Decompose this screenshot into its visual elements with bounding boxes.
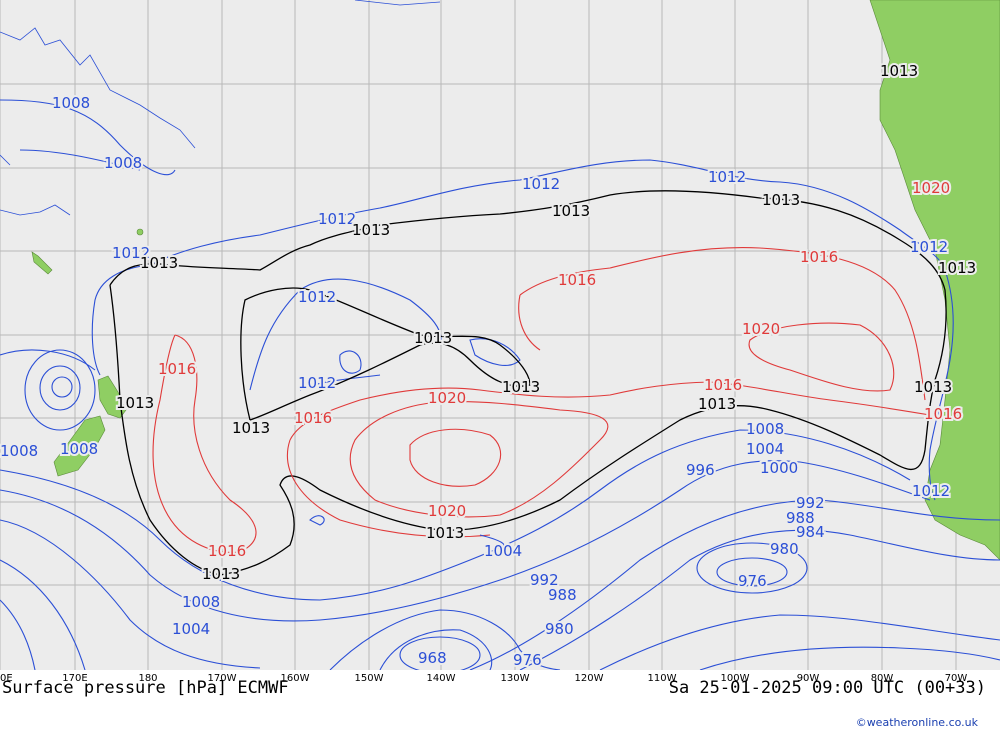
graticule bbox=[0, 0, 1000, 670]
isobar-label: 988 bbox=[548, 586, 577, 604]
isobars-1020 bbox=[349, 322, 895, 518]
isobar-label: 1012 bbox=[912, 482, 950, 500]
isobar-label: 1016 bbox=[208, 542, 246, 560]
isobar-label: 1004 bbox=[746, 440, 784, 458]
isobar-label: 1013 bbox=[414, 329, 452, 347]
isobar-label: 1004 bbox=[484, 542, 522, 560]
credit-link[interactable]: ©weatheronline.co.uk bbox=[856, 716, 978, 729]
isobar-label: 1016 bbox=[294, 409, 332, 427]
isobar-label: 1008 bbox=[0, 442, 38, 460]
isobar-label: 1013 bbox=[116, 394, 154, 412]
isobar-label: 1013 bbox=[352, 221, 390, 239]
pressure-map: 1008 1008 1012 1012 1012 1012 1012 1012 … bbox=[0, 0, 1000, 670]
map-canvas: 1008 1008 1012 1012 1012 1012 1012 1012 … bbox=[0, 0, 1000, 670]
isobar-label: 1013 bbox=[914, 378, 952, 396]
isobar-label: 1012 bbox=[298, 374, 336, 392]
isobar-label: 1013 bbox=[502, 378, 540, 396]
isobar-label: 1016 bbox=[800, 248, 838, 266]
isobar-label: 1016 bbox=[924, 405, 962, 423]
isobar-label: 1012 bbox=[522, 175, 560, 193]
isobar-label: 1000 bbox=[760, 459, 798, 477]
map-title: Surface pressure [hPa] ECMWF bbox=[2, 678, 289, 698]
isobar-label: 976 bbox=[513, 651, 542, 669]
isobar-label: 1008 bbox=[52, 94, 90, 112]
isobar-label: 976 bbox=[738, 572, 767, 590]
isobar-label: 1013 bbox=[698, 395, 736, 413]
isobar-label: 1013 bbox=[938, 259, 976, 277]
isobar-label: 1013 bbox=[140, 254, 178, 272]
isobar-label: 1012 bbox=[708, 168, 746, 186]
isobar-label: 1013 bbox=[426, 524, 464, 542]
valid-time: Sa 25-01-2025 09:00 UTC (00+33) bbox=[668, 678, 986, 698]
isobar-label: 1016 bbox=[704, 376, 742, 394]
island-dot bbox=[136, 228, 144, 236]
new-caledonia bbox=[31, 251, 53, 275]
isobar-label: 1020 bbox=[742, 320, 780, 338]
isobar-label: 1013 bbox=[762, 191, 800, 209]
isobar-label: 968 bbox=[418, 649, 447, 667]
isobar-label: 1012 bbox=[318, 210, 356, 228]
isobar-label: 1020 bbox=[428, 502, 466, 520]
isobar-label: 1013 bbox=[552, 202, 590, 220]
isobar-label: 1004 bbox=[172, 620, 210, 638]
isobar-label: 980 bbox=[545, 620, 574, 638]
isobar-label: 1016 bbox=[158, 360, 196, 378]
isobar-label: 1008 bbox=[746, 420, 784, 438]
isobar-label: 1008 bbox=[60, 440, 98, 458]
isobar-labels: 1008 1008 1012 1012 1012 1012 1012 1012 … bbox=[0, 60, 978, 670]
isobar-label: 1008 bbox=[182, 593, 220, 611]
isobar-label: 1020 bbox=[428, 389, 466, 407]
isobar-label: 980 bbox=[770, 540, 799, 558]
isobar-label: 1012 bbox=[910, 238, 948, 256]
isobar-label: 996 bbox=[686, 461, 715, 479]
isobar-label: 1013 bbox=[232, 419, 270, 437]
map-footer: Surface pressure [hPa] ECMWF Sa 25-01-20… bbox=[0, 678, 1000, 700]
isobar-label: 1016 bbox=[558, 271, 596, 289]
isobar-label: 1012 bbox=[298, 288, 336, 306]
isobar-label: 984 bbox=[796, 523, 825, 541]
south-america-land bbox=[869, 0, 1000, 561]
isobar-label: 1020 bbox=[912, 179, 950, 197]
isobar-label: 1013 bbox=[202, 565, 240, 583]
isobar-label: 1013 bbox=[880, 62, 918, 80]
isobar-label: 1008 bbox=[104, 154, 142, 172]
